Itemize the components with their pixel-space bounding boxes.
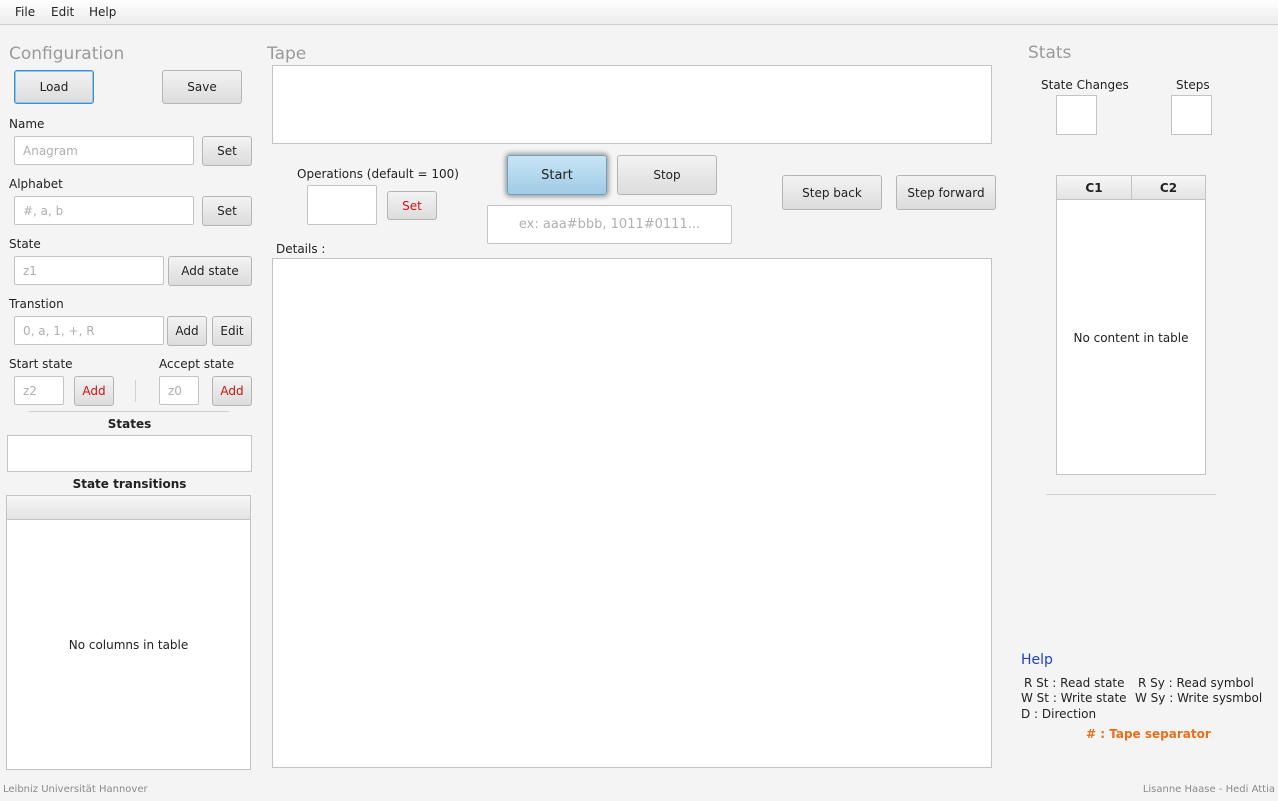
- name-input[interactable]: Anagram: [14, 136, 194, 165]
- state-changes-value: [1056, 95, 1097, 135]
- name-label: Name: [9, 117, 45, 131]
- steps-value: [1171, 95, 1212, 135]
- help-title: Help: [1021, 652, 1053, 668]
- accept-state-add-button[interactable]: Add: [212, 376, 252, 406]
- stats-column-c2[interactable]: C2: [1132, 176, 1205, 200]
- config-divider: [29, 411, 229, 412]
- name-set-button[interactable]: Set: [202, 136, 252, 166]
- start-accept-divider: [135, 380, 136, 402]
- save-button[interactable]: Save: [162, 70, 242, 104]
- help-read-state: R St : Read state: [1024, 676, 1125, 690]
- menu-help[interactable]: Help: [89, 5, 116, 19]
- operations-label: Operations (default = 100): [297, 167, 459, 181]
- tape-title: Tape: [267, 44, 307, 64]
- menu-edit[interactable]: Edit: [51, 5, 74, 19]
- help-tape-separator: # : Tape separator: [1086, 727, 1211, 741]
- accept-state-input[interactable]: z0: [159, 376, 199, 405]
- footer-authors: Lisanne Haase - Hedi Attia: [1142, 784, 1275, 795]
- details-area[interactable]: [272, 258, 992, 768]
- details-label: Details :: [276, 242, 326, 256]
- operations-set-button[interactable]: Set: [387, 191, 437, 220]
- stop-button[interactable]: Stop: [617, 155, 717, 195]
- alphabet-input[interactable]: #, a, b: [14, 196, 194, 225]
- transitions-header: State transitions: [72, 477, 187, 491]
- state-label: State: [9, 237, 41, 251]
- transitions-table-header: [7, 496, 250, 520]
- transitions-empty-text: No columns in table: [68, 638, 189, 652]
- menu-bar: File Edit Help: [0, 0, 1278, 25]
- state-changes-label: State Changes: [1041, 78, 1129, 92]
- stats-table[interactable]: C1 C2 No content in table: [1056, 175, 1206, 475]
- transitions-table[interactable]: No columns in table: [6, 495, 251, 770]
- steps-label: Steps: [1176, 78, 1210, 92]
- configuration-title: Configuration: [9, 44, 125, 64]
- help-write-symbol: W Sy : Write sysmbol: [1135, 691, 1263, 705]
- stats-divider: [1046, 494, 1216, 495]
- step-back-button[interactable]: Step back: [782, 175, 882, 210]
- help-direction: D : Direction: [1021, 707, 1097, 721]
- start-state-add-button[interactable]: Add: [74, 376, 114, 406]
- states-header: States: [107, 417, 152, 431]
- step-forward-button[interactable]: Step forward: [896, 175, 996, 210]
- help-write-state: W St : Write state: [1021, 691, 1127, 705]
- start-state-input[interactable]: z2: [14, 376, 64, 405]
- menu-file[interactable]: File: [15, 5, 35, 19]
- transition-edit-button[interactable]: Edit: [212, 316, 252, 346]
- transition-label: Transtion: [9, 297, 64, 311]
- add-state-button[interactable]: Add state: [168, 256, 252, 286]
- stats-title: Stats: [1028, 43, 1072, 63]
- start-button[interactable]: Start: [507, 155, 607, 195]
- alphabet-label: Alphabet: [9, 177, 63, 191]
- alphabet-set-button[interactable]: Set: [202, 196, 252, 226]
- stats-empty-text: No content in table: [1073, 331, 1189, 345]
- footer-university: Leibniz Universität Hannover: [3, 784, 148, 795]
- transition-add-button[interactable]: Add: [167, 316, 207, 346]
- operations-input[interactable]: [307, 185, 377, 225]
- stats-column-c1[interactable]: C1: [1057, 176, 1132, 200]
- transition-input[interactable]: 0, a, 1, +, R: [14, 316, 164, 345]
- accept-state-label: Accept state: [159, 357, 235, 371]
- tape-input[interactable]: ex: aaa#bbb, 1011#0111...: [487, 205, 732, 244]
- help-read-symbol: R Sy : Read symbol: [1138, 676, 1254, 690]
- start-state-label: Start state: [9, 357, 73, 371]
- load-button[interactable]: Load: [14, 70, 94, 104]
- state-input[interactable]: z1: [14, 256, 164, 285]
- states-list[interactable]: [7, 435, 252, 472]
- tape-display[interactable]: [272, 65, 992, 144]
